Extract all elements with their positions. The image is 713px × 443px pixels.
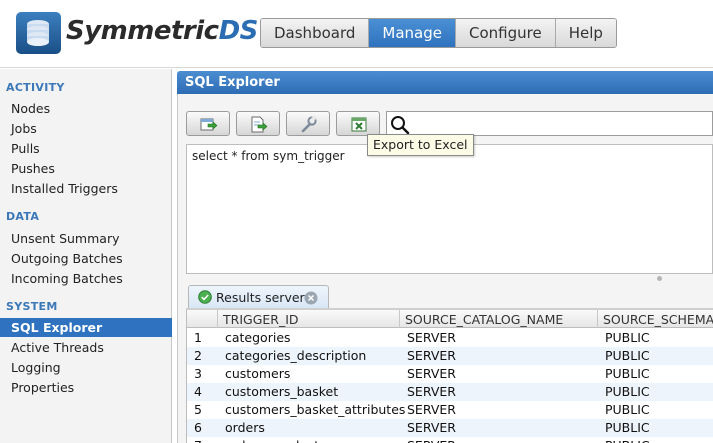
sidebar-item-nodes[interactable]: Nodes (0, 99, 172, 118)
execute-script-icon (251, 116, 268, 133)
nav-tab-help[interactable]: Help (555, 19, 616, 47)
sidebar-section-system: SYSTEM (6, 300, 58, 313)
table-cell: orders_products (218, 437, 400, 443)
table-cell: 1 (194, 330, 202, 345)
sidebar-item-properties[interactable]: Properties (0, 378, 172, 397)
table-cell: PUBLIC (598, 437, 713, 443)
sidebar-section-activity: ACTIVITY (6, 81, 65, 94)
sidebar-section-data: DATA (6, 210, 40, 223)
table-cell: 5 (194, 402, 202, 417)
table-cell: SERVER (407, 402, 456, 417)
sidebar-item-jobs[interactable]: Jobs (0, 119, 172, 138)
search-input[interactable] (411, 114, 701, 133)
table-cell: SERVER (400, 437, 598, 443)
search-icon (391, 116, 410, 135)
table-cell: PUBLIC (605, 420, 650, 435)
table-cell: PUBLIC (605, 330, 650, 345)
nav-tab-configure[interactable]: Configure (455, 19, 556, 47)
brand-name: SymmetricDS (66, 16, 258, 46)
table-row[interactable]: 2 categories_description SERVER PUBLIC (187, 347, 713, 365)
sidebar-item-unsent-summary[interactable]: Unsent Summary (0, 229, 172, 248)
brand-name-main: Symmetric (66, 16, 219, 46)
editor-results-splitter[interactable] (186, 274, 713, 284)
settings-button[interactable] (286, 111, 330, 136)
main-nav: Dashboard Manage Configure Help (260, 18, 617, 48)
nav-tab-manage[interactable]: Manage (369, 19, 456, 47)
brand-name-accent: DS (218, 16, 259, 46)
table-cell: PUBLIC (605, 366, 650, 381)
table-cell: categories (225, 330, 291, 345)
table-cell: customers (225, 366, 291, 381)
tab-results-server[interactable]: Results server (188, 285, 329, 309)
sidebar-item-outgoing-batches[interactable]: Outgoing Batches (0, 249, 172, 268)
export-to-excel-button[interactable] (336, 111, 380, 136)
app-logo-icon (16, 12, 61, 54)
execute-icon (200, 118, 218, 131)
execute-button[interactable] (186, 111, 230, 136)
column-header-row-number[interactable] (187, 310, 218, 328)
table-cell: orders (225, 420, 265, 435)
table-row[interactable]: 6 orders SERVER PUBLIC (187, 419, 713, 437)
sidebar-item-incoming-batches[interactable]: Incoming Batches (0, 269, 172, 288)
panel-title: SQL Explorer (177, 71, 713, 94)
table-cell: 2 (194, 348, 202, 363)
table-cell: SERVER (407, 420, 456, 435)
sidebar-item-active-threads[interactable]: Active Threads (0, 338, 172, 357)
execute-script-button[interactable] (236, 111, 280, 136)
sidebar: ACTIVITY Nodes Jobs Pulls Pushes Installed Tr… (0, 69, 172, 443)
tab-results-label: Results server (216, 290, 305, 305)
results-table-header: TRIGGER_ID SOURCE_CATALOG_NAME SOURCE_SCHE… (187, 310, 713, 328)
table-cell: customers_basket_attributes (225, 402, 406, 417)
table-cell: 3 (194, 366, 202, 381)
table-row[interactable]: 1 categories SERVER PUBLIC (187, 329, 713, 347)
close-tab-icon[interactable] (304, 291, 318, 305)
table-row[interactable]: 3 customers SERVER PUBLIC (187, 365, 713, 383)
settings-wrench-icon (301, 116, 317, 133)
sql-editor-text[interactable]: select * from sym_trigger (192, 149, 345, 163)
table-cell: PUBLIC (605, 402, 650, 417)
sidebar-item-sql-explorer[interactable]: SQL Explorer (0, 318, 172, 337)
results-table: TRIGGER_ID SOURCE_CATALOG_NAME SOURCE_SCHE… (186, 310, 713, 443)
table-row[interactable]: 7orders_productsSERVERPUBLIC (187, 437, 713, 443)
column-header-source-catalog-name[interactable]: SOURCE_CATALOG_NAME (400, 310, 598, 328)
sidebar-item-logging[interactable]: Logging (0, 358, 172, 377)
table-cell: SERVER (407, 384, 456, 399)
sidebar-item-pulls[interactable]: Pulls (0, 139, 172, 158)
search-field[interactable] (386, 111, 713, 136)
table-cell: customers_basket (225, 384, 339, 399)
splitter-handle[interactable] (657, 276, 662, 281)
table-row[interactable]: 4 customers_basket SERVER PUBLIC (187, 383, 713, 401)
table-cell: 4 (194, 384, 202, 399)
column-header-source-schema[interactable]: SOURCE_SCHEMA (598, 310, 713, 328)
nav-tab-dashboard[interactable]: Dashboard (261, 19, 370, 47)
app-header: SymmetricDS Dashboard Manage Configure Help (0, 0, 713, 68)
table-cell: 7 (187, 437, 218, 443)
table-cell: PUBLIC (605, 384, 650, 399)
table-cell: SERVER (407, 330, 456, 345)
table-row[interactable]: 5 customers_basket_attributes SERVER PUBLIC (187, 401, 713, 419)
export-excel-icon (351, 117, 367, 132)
column-header-trigger-id[interactable]: TRIGGER_ID (218, 310, 400, 328)
success-check-icon (198, 290, 212, 304)
table-cell: 6 (194, 420, 202, 435)
table-cell: SERVER (407, 366, 456, 381)
sql-editor[interactable]: select * from sym_trigger (186, 144, 713, 274)
table-cell: categories_description (225, 348, 367, 363)
table-cell: SERVER (407, 348, 456, 363)
export-to-excel-tooltip: Export to Excel (367, 134, 474, 156)
sidebar-item-pushes[interactable]: Pushes (0, 159, 172, 178)
table-cell: PUBLIC (605, 348, 650, 363)
sidebar-item-installed-triggers[interactable]: Installed Triggers (0, 179, 172, 198)
